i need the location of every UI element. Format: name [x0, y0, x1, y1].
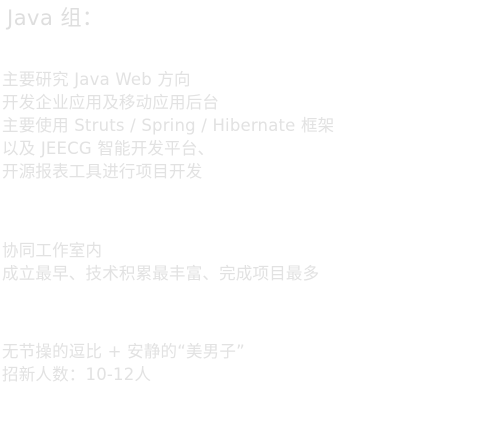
intro-line-4: 以及 JEECG 智能开发平台、: [2, 139, 215, 158]
intro-line-1: 主要研究 Java Web 方向: [2, 70, 191, 89]
recruit-line-1: 无节操的逗比 + 安静的“美男子”: [2, 342, 245, 361]
history-line-2: 成立最早、技术积累最丰富、完成项目最多: [2, 264, 320, 283]
recruit-block: 无节操的逗比 + 安静的“美男子” 招新人数：10-12人: [2, 340, 492, 386]
intro-line-5: 开源报表工具进行项目开发: [2, 162, 203, 181]
intro-line-2: 开发企业应用及移动应用后台: [2, 93, 220, 112]
group-title: Java 组：: [7, 6, 104, 30]
recruit-line-2: 招新人数：10-12人: [2, 365, 152, 384]
page: Java 组： 主要研究 Java Web 方向 开发企业应用及移动应用后台 主…: [0, 0, 495, 423]
intro-line-3: 主要使用 Struts / Spring / Hibernate 框架: [2, 116, 335, 135]
intro-block: 主要研究 Java Web 方向 开发企业应用及移动应用后台 主要使用 Stru…: [2, 68, 492, 183]
history-line-1: 协同工作室内: [2, 241, 103, 260]
history-block: 协同工作室内 成立最早、技术积累最丰富、完成项目最多: [2, 239, 492, 285]
